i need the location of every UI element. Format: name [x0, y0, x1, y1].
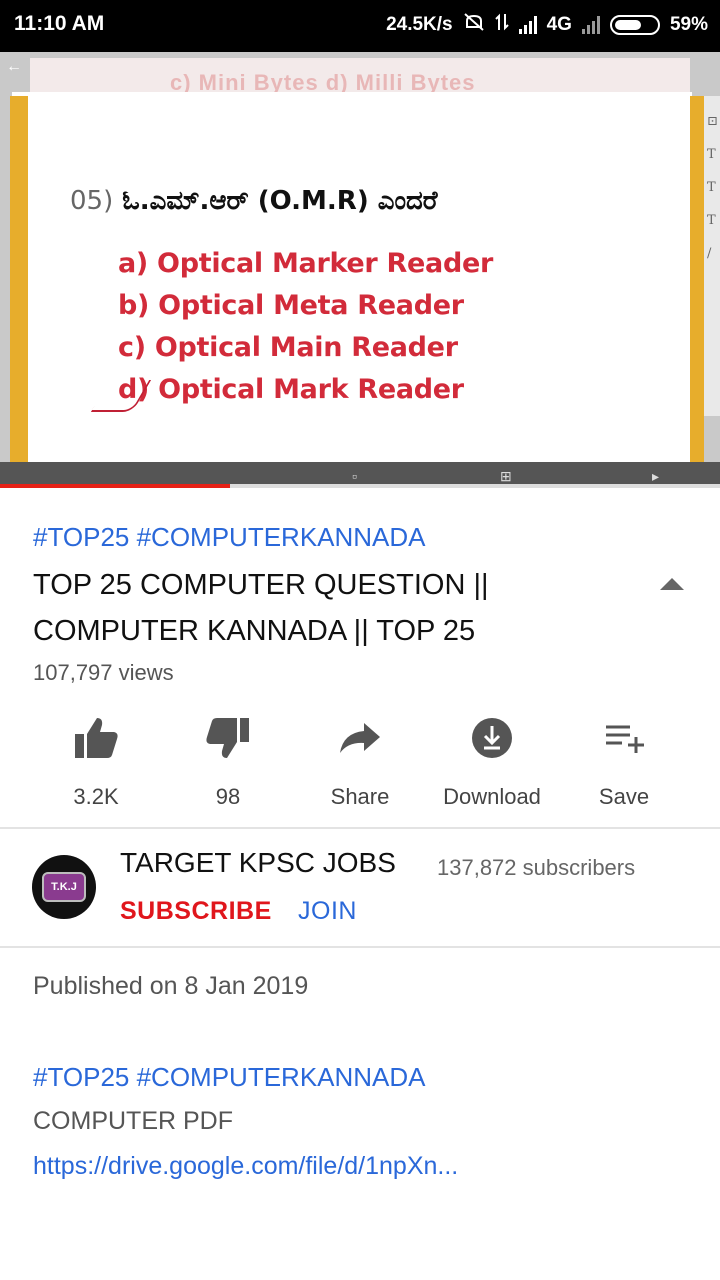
- video-slide: [12, 92, 692, 486]
- share-arrow-icon: [294, 712, 426, 764]
- option-d: d) Optical Mark Reader: [118, 374, 464, 405]
- video-progress-fill: [0, 484, 231, 488]
- mute-icon: [463, 12, 485, 38]
- option-a: a) Optical Marker Reader: [118, 248, 494, 279]
- share-label: Share: [330, 784, 390, 809]
- subscriber-count: 137,872 subscribers: [437, 855, 636, 880]
- slide-frame-right: [690, 96, 704, 486]
- video-title[interactable]: TOP 25 COMPUTER QUESTION || COMPUTER KAN…: [33, 562, 653, 654]
- data-transfer-icon: [494, 12, 509, 38]
- tool-icon: T: [707, 213, 716, 228]
- network-type: 4G: [546, 14, 572, 35]
- control-icon[interactable]: ▫: [352, 468, 357, 484]
- thumbs-up-icon: [30, 712, 162, 764]
- next-icon[interactable]: ▸: [652, 468, 659, 485]
- grid-icon[interactable]: ⊞: [500, 468, 512, 485]
- status-bar: 11:10 AM 24.5K/s 4G 59%: [0, 0, 720, 52]
- download-icon: [426, 712, 558, 764]
- status-icons: 24.5K/s 4G 59%: [386, 12, 708, 38]
- like-count: 3.2K: [73, 784, 119, 809]
- signal-icon: [518, 16, 537, 34]
- dislike-count: 98: [215, 784, 241, 809]
- back-arrow-icon[interactable]: ←: [6, 58, 22, 76]
- tool-icon: T: [707, 147, 716, 162]
- network-speed: 24.5K/s: [386, 14, 453, 35]
- battery-level: 59%: [669, 14, 708, 35]
- description-link[interactable]: https://drive.google.com/file/d/1npXn...: [33, 1152, 458, 1181]
- join-button[interactable]: JOIN: [298, 897, 357, 926]
- download-button[interactable]: Download: [426, 712, 558, 810]
- action-bar: 3.2K 98 Share Download Save: [30, 712, 690, 812]
- tool-icon: T: [707, 180, 716, 195]
- question-number: 05): [70, 186, 114, 216]
- view-count: 107,797 views: [33, 660, 174, 685]
- signal-icon-secondary: [581, 16, 600, 34]
- player-control-strip: [0, 462, 720, 486]
- video-hashtags[interactable]: #TOP25 #COMPUTERKANNADA: [33, 522, 426, 553]
- download-label: Download: [443, 784, 541, 809]
- divider: [0, 946, 720, 948]
- slide-frame-left: [10, 96, 28, 486]
- option-b: b) Optical Meta Reader: [118, 290, 464, 321]
- slide-question: 05) ಓ.ಎಮ್.ಆರ್ (O.M.R) ಎಂದರೆ: [70, 186, 438, 217]
- save-label: Save: [598, 784, 650, 809]
- question-text: ಓ.ಎಮ್.ಆರ್ (O.M.R) ಎಂದರೆ: [122, 186, 438, 216]
- video-player[interactable]: c) Mini Bytes d) Milli Bytes ← ⊡ T T T /…: [0, 52, 720, 486]
- description-text: COMPUTER PDF: [33, 1107, 233, 1135]
- published-date: Published on 8 Jan 2019: [33, 972, 309, 1000]
- option-c: c) Optical Main Reader: [118, 332, 458, 363]
- collapse-chevron-icon[interactable]: [658, 574, 686, 594]
- like-button[interactable]: 3.2K: [30, 712, 162, 810]
- video-progress-bar[interactable]: [0, 484, 720, 488]
- divider: [0, 827, 720, 829]
- dislike-button[interactable]: 98: [162, 712, 294, 810]
- battery-icon: [609, 15, 660, 35]
- channel-name[interactable]: TARGET KPSC JOBS: [120, 847, 396, 879]
- slide-side-toolbar: ⊡ T T T /: [704, 96, 720, 416]
- description-hashtags[interactable]: #TOP25 #COMPUTERKANNADA: [33, 1062, 426, 1093]
- channel-avatar[interactable]: T.K.J: [32, 855, 96, 919]
- pen-icon: /: [707, 246, 712, 261]
- tool-icon: ⊡: [707, 114, 718, 129]
- share-button[interactable]: Share: [294, 712, 426, 810]
- save-button[interactable]: Save: [558, 712, 690, 810]
- avatar-logo: T.K.J: [42, 872, 86, 902]
- thumbs-down-icon: [162, 712, 294, 764]
- playlist-add-icon: [558, 712, 690, 764]
- status-time: 11:10 AM: [14, 12, 105, 35]
- subscribe-button[interactable]: SUBSCRIBE: [120, 897, 272, 926]
